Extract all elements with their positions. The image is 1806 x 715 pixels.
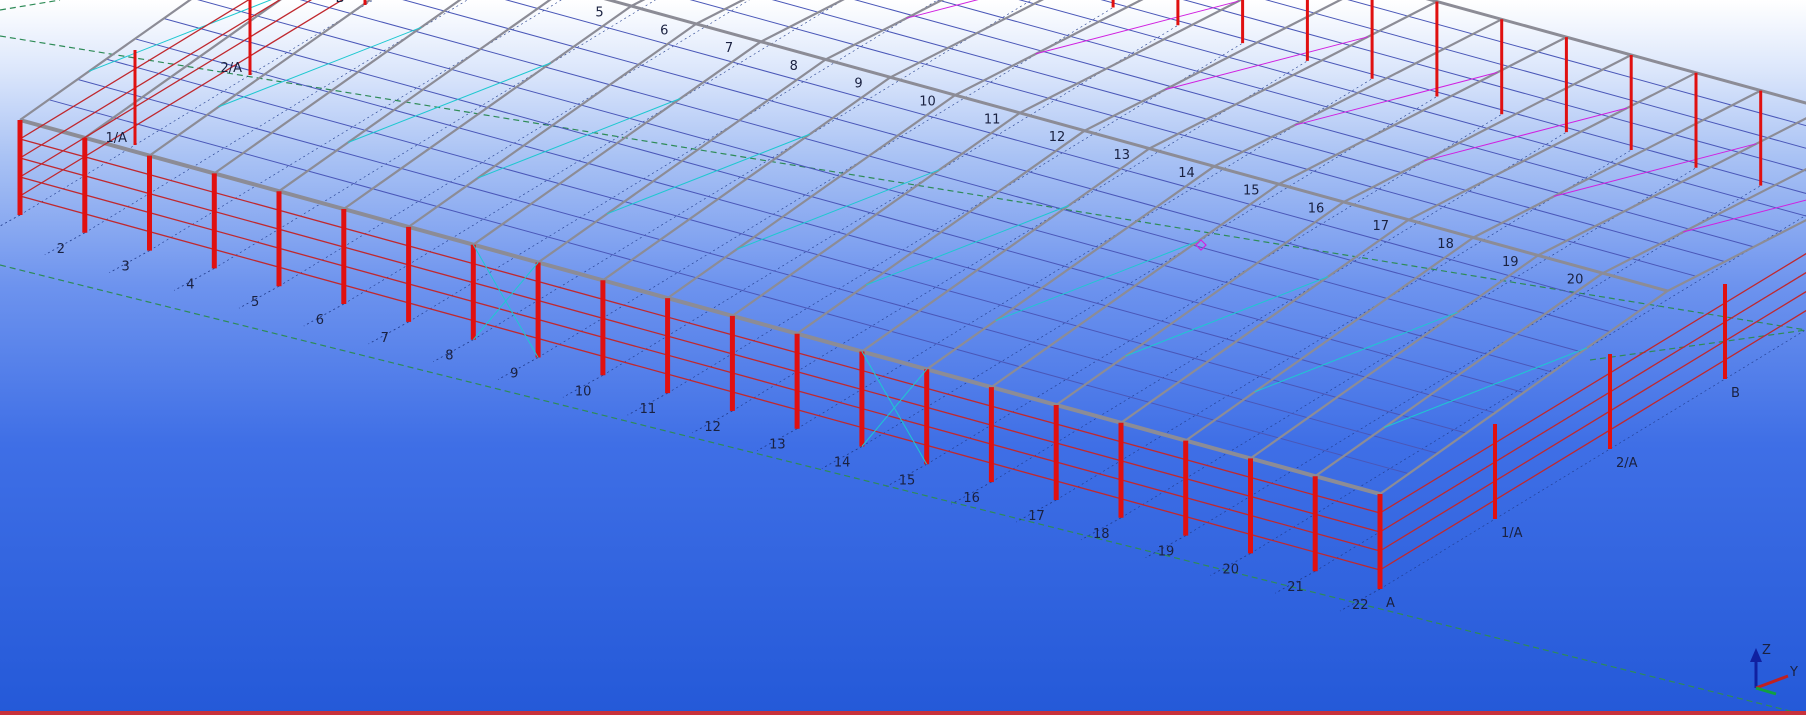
rafter: [1666, 218, 1806, 292]
grid-label-ridge: 9: [854, 77, 862, 92]
gable-girt: [1379, 252, 1806, 514]
axis-y-label: Y: [1789, 665, 1798, 680]
grid-label-front: 18: [1093, 527, 1110, 542]
roof-bracing: [477, 98, 681, 179]
grid-label-front: 22: [1352, 598, 1369, 613]
grid-label-front: 21: [1287, 580, 1304, 595]
grid-label-ridge: 20: [1567, 273, 1584, 288]
grid-label-ridge: 17: [1373, 219, 1390, 234]
grid-label-front: 2: [57, 242, 65, 257]
grid-label-ridge: 4: [531, 0, 539, 3]
boundary-line-right: [1589, 329, 1806, 361]
grid-label-left: B: [336, 0, 345, 6]
grid-label-ridge: 10: [919, 95, 936, 110]
roof-purlin: [134, 38, 1496, 414]
grid-label-ridge: 15: [1243, 184, 1260, 199]
grid-label-front: 8: [445, 349, 453, 364]
roof-bracing: [736, 169, 940, 250]
grid-label-front: 16: [963, 491, 980, 506]
axis-y-icon: [1755, 674, 1789, 690]
grid-label-right: 2/A: [1616, 456, 1638, 471]
grid-label-right: A: [1386, 596, 1395, 611]
rafter: [1084, 0, 1343, 132]
grid-label-front: 7: [381, 331, 389, 346]
grid-label-front: 6: [316, 313, 324, 328]
grid-label-front: 3: [122, 260, 130, 275]
rafter: [796, 129, 1086, 335]
boundary-line-bottom: [0, 264, 1806, 715]
rafter: [695, 0, 746, 25]
roof-purlin: [936, 0, 1783, 233]
grid-label-ridge: 12: [1049, 130, 1066, 145]
grid-label-left: 2/A: [221, 61, 243, 76]
roof-bracing: [1125, 276, 1329, 357]
axis-z-arrow-icon: [1750, 648, 1762, 662]
model-viewport[interactable]: 2345678910111213141516171819202122123456…: [0, 0, 1806, 715]
gable-girt: [19, 0, 313, 178]
wall-bracing: [472, 262, 539, 341]
roof-bracing: [606, 133, 811, 215]
roof-purlin: [106, 58, 1467, 434]
roof-bracing: [1384, 347, 1588, 428]
grid-label-front: 20: [1223, 562, 1240, 577]
roof-bracing: [347, 62, 551, 143]
grid-label-ridge: 16: [1308, 201, 1325, 216]
structural-model-view[interactable]: 2345678910111213141516171819202122123456…: [0, 0, 1806, 715]
axis-x-icon: [1755, 686, 1777, 696]
grid-line-depth: [214, 0, 656, 269]
viewport-bottom-border: [0, 711, 1806, 715]
grid-label-ridge: 6: [660, 23, 668, 38]
wall-girt: [19, 176, 1381, 552]
roof-purlin: [197, 0, 1553, 373]
grid-label-front: 5: [251, 295, 259, 310]
grid-label-ridge: 19: [1502, 255, 1519, 270]
rafter: [666, 94, 956, 299]
rafter: [213, 0, 462, 175]
grid-label-front: 14: [834, 456, 851, 471]
wall-girt: [19, 157, 1381, 533]
grid-label-right: B: [1731, 386, 1740, 401]
grid-label-front: 9: [510, 367, 518, 382]
boundary-line-corner: [0, 0, 61, 11]
rafter: [602, 76, 892, 282]
grid-label-ridge: 8: [790, 59, 798, 74]
grid-label-front: 12: [704, 420, 721, 435]
roof-bracing: [865, 204, 1070, 286]
grid-label-ridge: 13: [1114, 148, 1131, 163]
gable-girt: [1379, 271, 1806, 533]
rafter: [1602, 168, 1806, 275]
grid-label-front: 11: [640, 402, 657, 417]
grid-label-front: 4: [186, 277, 194, 292]
grid-label-front: 17: [1028, 509, 1045, 524]
gable-girt: [1379, 309, 1806, 571]
grid-label-ridge: 11: [984, 112, 1001, 127]
rafter: [731, 112, 1021, 317]
roof-bracing: [995, 240, 1199, 322]
grid-label-right: 1/A: [1501, 526, 1523, 541]
roof-purlin: [402, 0, 1611, 333]
roof-purlin: [48, 99, 1409, 475]
eave-beam-front: [19, 118, 1381, 496]
axis-z-label: Z: [1762, 643, 1771, 658]
grid-label-ridge: 18: [1437, 237, 1454, 252]
grid-line-depth: [84, 0, 468, 234]
grid-label-left: 1/A: [106, 131, 128, 146]
roof-bracing: [1254, 311, 1458, 393]
grid-line-ground: [0, 214, 21, 227]
grid-label-ridge: 7: [725, 41, 733, 56]
grid-label-front: 19: [1158, 545, 1175, 560]
grid-line-depth: [408, 0, 939, 323]
grid-label-front: 10: [575, 384, 592, 399]
rafter: [760, 0, 845, 43]
wall-bracing: [861, 368, 928, 447]
grid-label-front: 15: [899, 473, 916, 488]
grid-label-ridge: 14: [1178, 166, 1195, 181]
rafter: [278, 0, 552, 193]
ridge-beam: [603, 0, 1668, 293]
wall-girt: [19, 138, 1381, 514]
grid-line-depth: [1379, 329, 1806, 590]
grid-label-front: 13: [769, 438, 786, 453]
roof-purlin: [607, 0, 1668, 292]
grid-label-ridge: 5: [595, 6, 603, 21]
